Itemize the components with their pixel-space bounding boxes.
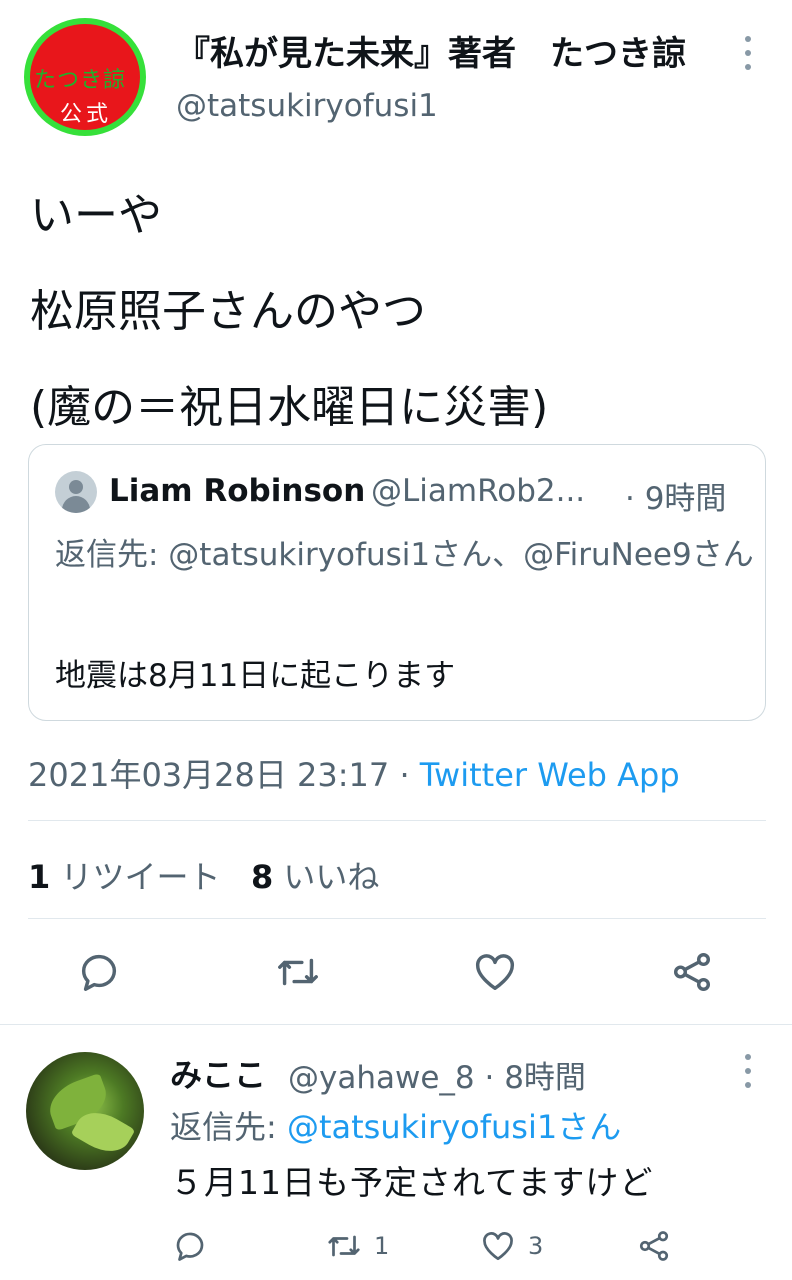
reply-author-name[interactable]: みここ <box>170 1050 266 1096</box>
divider <box>28 820 766 821</box>
reply-retweet-button[interactable]: 1 <box>326 1228 389 1264</box>
share-icon <box>673 953 711 991</box>
like-icon <box>483 1232 513 1261</box>
tweet-text: いーや 松原照子さんのやつ (魔の＝祝日水曜日に災害) <box>30 168 770 456</box>
reply-author-handle[interactable]: @yahawe_8 · 8時間 <box>288 1052 586 1097</box>
retweet-icon <box>278 958 318 986</box>
divider <box>28 918 766 919</box>
quoted-reply-to: 返信先: @tatsukiryofusi1さん、@FiruNee9さん <box>55 537 754 573</box>
likes-label: いいね <box>273 858 380 896</box>
reply-like-count: 3 <box>528 1232 544 1260</box>
reply-button[interactable] <box>75 948 123 996</box>
reply-icon <box>81 954 117 991</box>
reply-to-mention[interactable]: @tatsukiryofusi1さん <box>287 1108 621 1146</box>
reply-retweet-count: 1 <box>374 1232 390 1260</box>
divider <box>0 1024 792 1025</box>
timestamp-text: 2021年03月28日 23:17 · <box>28 756 420 794</box>
default-avatar-icon <box>55 471 97 513</box>
reply-body: ５月11日も予定されてますけど <box>170 1163 654 1202</box>
reply-share-button[interactable] <box>636 1228 672 1264</box>
more-options-icon[interactable] <box>736 36 760 70</box>
source-app-link[interactable]: Twitter Web App <box>420 756 680 794</box>
retweet-icon <box>328 1235 360 1257</box>
quoted-author-handle: @LiamRob2... <box>371 473 586 509</box>
quoted-timestamp: · 9時間 <box>625 481 727 517</box>
quoted-author-name: Liam Robinson <box>109 473 366 509</box>
tweet-text-line: 松原照子さんのやつ <box>30 286 426 337</box>
reply-icon <box>176 1232 204 1261</box>
tweet-stats: 1 リツイート 8 いいね <box>28 852 379 898</box>
reply-author-avatar[interactable] <box>26 1052 144 1170</box>
like-icon <box>476 954 514 991</box>
reply-more-options-icon[interactable] <box>736 1054 760 1088</box>
author-handle[interactable]: @tatsukiryofusi1 <box>176 88 438 124</box>
retweets-stat[interactable]: 1 リツイート <box>28 858 220 896</box>
like-button[interactable] <box>471 948 519 996</box>
retweet-button[interactable] <box>274 948 322 996</box>
retweets-count: 1 <box>28 858 51 896</box>
share-button[interactable] <box>668 948 716 996</box>
tweet-timestamp: 2021年03月28日 23:17 · Twitter Web App <box>28 750 680 796</box>
likes-count: 8 <box>250 858 274 896</box>
reply-to-prefix: 返信先: <box>170 1108 287 1146</box>
quoted-tweet-card[interactable]: Liam Robinson @LiamRob2... · 9時間 返信先: @t… <box>28 444 766 721</box>
avatar-text-line2: 公式 <box>60 102 113 127</box>
retweets-label: リツイート <box>50 858 221 896</box>
tweet-text-line: いーや <box>30 190 162 241</box>
reply-like-button[interactable]: 3 <box>480 1228 543 1264</box>
tweet-text-line: (魔の＝祝日水曜日に災害) <box>30 382 549 433</box>
reply-reply-button[interactable] <box>172 1228 208 1264</box>
reply-to-line: 返信先: @tatsukiryofusi1さん <box>170 1102 621 1148</box>
share-icon <box>639 1231 669 1261</box>
quoted-body: 地震は8月11日に起こります <box>55 658 456 694</box>
author-display-name[interactable]: 『私が見た未来』著者 たつき諒 <box>176 26 706 75</box>
avatar-text-line1: たつき諒 <box>34 68 127 93</box>
likes-stat[interactable]: 8 いいね <box>251 858 379 896</box>
author-avatar[interactable]: たつき諒 公式 <box>24 18 146 136</box>
